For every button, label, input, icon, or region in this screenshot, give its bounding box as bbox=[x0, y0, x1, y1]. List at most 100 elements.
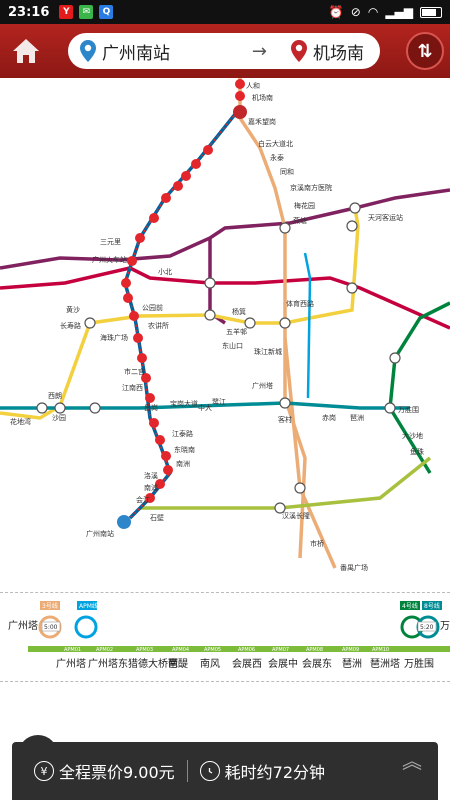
strip-station-6: 会展中 bbox=[268, 657, 298, 670]
route-arrow-icon: → bbox=[251, 40, 267, 62]
label-nanpu: 南浦 bbox=[144, 483, 158, 492]
route-selector[interactable]: 广州南站 → 机场南 bbox=[68, 33, 380, 69]
label-yantang: 燕塘 bbox=[293, 216, 307, 225]
start-station-marker bbox=[117, 515, 131, 529]
label-tonghe: 同和 bbox=[280, 167, 294, 176]
strip-station-9: 琶洲塔 bbox=[370, 657, 400, 670]
qq-icon: Q bbox=[99, 5, 114, 19]
swap-icon: ⇅ bbox=[417, 40, 433, 62]
mute-icon: ⊘ bbox=[350, 5, 361, 19]
label-gongyuanqian: 公园前 bbox=[142, 303, 163, 312]
code-3: APM03 bbox=[136, 647, 153, 653]
label-huangsha: 黄沙 bbox=[66, 305, 80, 314]
label-chigang: 赤岗 bbox=[322, 414, 336, 422]
code-7: APM07 bbox=[272, 647, 289, 653]
label-tiyuxi: 体育西路 bbox=[286, 299, 314, 308]
strip-station-4: 南风 bbox=[200, 657, 220, 670]
code-5: APM05 bbox=[204, 647, 221, 653]
label-yongtai: 永泰 bbox=[270, 153, 284, 162]
yellow-app-icon: Y bbox=[59, 5, 74, 19]
status-bar: 23:16 Y ✉ Q ⏰ ⊘ ◠ ▂▄▆ bbox=[0, 0, 450, 24]
label-jiangtailu: 江泰路 bbox=[172, 429, 193, 438]
line2-path bbox=[123, 106, 242, 520]
transfer-ring-left-b bbox=[74, 615, 98, 639]
label-dongshankou: 东山口 bbox=[222, 341, 243, 350]
route-station-markers bbox=[121, 79, 245, 503]
metro-map-canvas[interactable]: 人和 嘉禾望岗 白云大道北 永泰 同和 京溪南方医院 梅花园 燕塘 天河客运站 … bbox=[0, 78, 450, 590]
label-hanxi: 汉溪长隆 bbox=[282, 511, 310, 520]
time-text: 耗时约72分钟 bbox=[224, 763, 326, 782]
expand-up-icon[interactable]: ︽ bbox=[402, 751, 422, 771]
label-pazhou: 琶洲 bbox=[350, 414, 364, 422]
label-huadiwan: 花地湾 bbox=[10, 417, 31, 426]
label-haizhuguangchang: 海珠广场 bbox=[100, 333, 128, 342]
label-meihuayuan: 梅花园 bbox=[294, 201, 315, 210]
label-xiaobei: 小北 bbox=[158, 267, 172, 276]
swap-route-button[interactable]: ⇅ bbox=[406, 32, 444, 70]
transfer-strip[interactable]: 3号线 APM线 4号线 8号线 5:00 5:20 广州塔 万 APM01 A… bbox=[0, 592, 450, 682]
line1-path bbox=[0, 207, 360, 420]
label-baiyundadao: 白云大道北 bbox=[258, 139, 293, 148]
label-dashadi: 大沙地 bbox=[402, 431, 423, 440]
route-highlight-path bbox=[124, 107, 241, 519]
route-info-bar[interactable]: ¥ 全程票价9.00元 耗时约72分钟 ︽ bbox=[12, 742, 438, 800]
time-left-text: 5:00 bbox=[44, 624, 58, 631]
strip-station-3: 琶醍 bbox=[168, 658, 188, 670]
label-nanzhou: 南洲 bbox=[176, 459, 190, 468]
metro-map[interactable]: 人和 嘉禾望岗 白云大道北 永泰 同和 京溪南方医院 梅花园 燕塘 天河客运站 … bbox=[0, 78, 450, 590]
code-8: APM08 bbox=[306, 647, 323, 653]
app-header: 广州南站 → 机场南 ⇅ bbox=[0, 24, 450, 78]
start-station[interactable]: 广州南站 bbox=[102, 39, 170, 64]
label-shibi: 石壁 bbox=[150, 513, 164, 522]
wechat-icon: ✉ bbox=[79, 5, 94, 19]
end-station-marker bbox=[233, 105, 247, 119]
label-tianhekeyun: 天河客运站 bbox=[368, 213, 403, 222]
clock-icon bbox=[199, 761, 220, 781]
fare-text: 全程票价9.00元 bbox=[59, 763, 175, 782]
code-6: APM06 bbox=[238, 647, 255, 653]
time-right-text: 5:20 bbox=[420, 624, 434, 631]
label-shiqiao: 市桥 bbox=[310, 539, 324, 548]
label-nongjiang: 农讲所 bbox=[148, 321, 169, 330]
label-luoxi: 洛溪 bbox=[144, 471, 158, 480]
label-changshou: 长寿路 bbox=[60, 321, 81, 330]
strip-station-8: 琶洲 bbox=[342, 658, 362, 670]
home-icon bbox=[13, 39, 39, 63]
wifi-icon: ◠ bbox=[367, 5, 379, 19]
code-2: APM02 bbox=[96, 647, 113, 653]
label-baogang: 宝岗大道 bbox=[170, 399, 198, 408]
transfer-strip-canvas: 3号线 APM线 4号线 8号线 5:00 5:20 广州塔 万 APM01 A… bbox=[8, 601, 450, 670]
interchange-rings bbox=[36, 202, 401, 514]
time-info: 耗时约72分钟 bbox=[199, 759, 326, 783]
line3-path-b bbox=[283, 337, 337, 569]
status-time: 23:16 bbox=[8, 4, 50, 20]
label-changgang: 昌岗 bbox=[144, 404, 158, 412]
strip-station-1: 广州塔东 bbox=[88, 657, 128, 670]
badge-line4-text: 4号线 bbox=[402, 602, 418, 610]
signal-icon: ▂▄▆ bbox=[385, 5, 413, 19]
end-pin-icon bbox=[291, 40, 307, 62]
label-panyuguangchang: 番禺广场 bbox=[340, 563, 368, 572]
strip-station-0: 广州塔 bbox=[56, 657, 86, 670]
strip-station-7: 会展东 bbox=[302, 657, 332, 670]
label-guangzhounan: 广州南站 bbox=[86, 529, 114, 538]
strip-station-5: 会展西 bbox=[232, 657, 262, 670]
code-9: APM09 bbox=[342, 647, 359, 653]
alarm-icon: ⏰ bbox=[328, 5, 344, 19]
badge-apm-text: APM线 bbox=[79, 602, 98, 610]
end-station[interactable]: 机场南 bbox=[313, 39, 364, 64]
label-dongxiaonan: 东晓南 bbox=[174, 445, 195, 454]
label-yuzhu: 鱼珠 bbox=[410, 447, 424, 456]
label-jiangnanxi: 江南西 bbox=[122, 383, 143, 392]
label-renhe: 人和 bbox=[246, 81, 260, 90]
badge-line3-text: 3号线 bbox=[42, 602, 58, 610]
strip-station-10: 万胜围 bbox=[404, 658, 434, 670]
info-divider bbox=[186, 760, 188, 782]
label-jingxi: 京溪南方医院 bbox=[290, 183, 332, 192]
label-wanshengwei: 万胜围 bbox=[398, 405, 419, 414]
label-guangzhouhuochezhan: 广州火车站 bbox=[92, 255, 127, 264]
label-zhujiangxincheng: 珠江新城 bbox=[254, 347, 282, 356]
strip-left-station: 广州塔 bbox=[8, 619, 38, 632]
label-airport-south: 机场南 bbox=[252, 93, 273, 102]
home-button[interactable] bbox=[0, 24, 52, 78]
